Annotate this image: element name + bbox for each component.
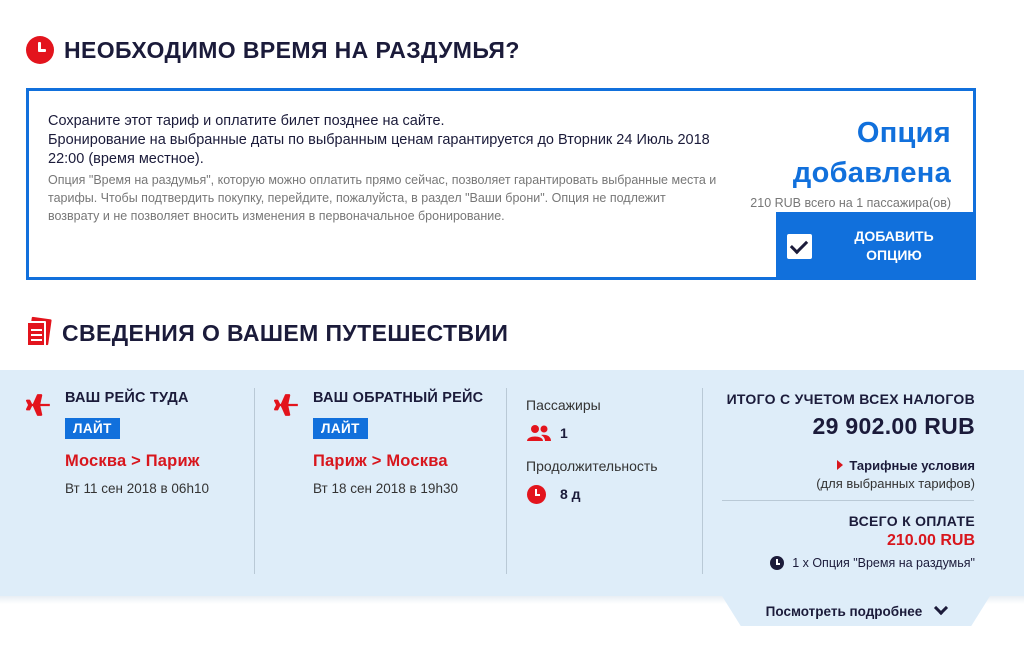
option-description: Опция "Время на раздумья", которую можно…: [48, 173, 717, 223]
trip-section-title: СВЕДЕНИЯ О ВАШЕМ ПУТЕШЕСТВИИ: [62, 319, 509, 346]
divider: [254, 388, 255, 574]
passengers-label: Пассажиры: [526, 397, 601, 413]
return-fare-badge: ЛАЙТ: [313, 418, 368, 439]
pay-label: ВСЕГО К ОПЛАТЕ: [848, 513, 975, 529]
view-details-label: Посмотреть подробнее: [765, 603, 923, 619]
think-section-title: НЕОБХОДИМО ВРЕМЯ НА РАЗДУМЬЯ?: [64, 36, 520, 63]
payment-summary: ВСЕГО К ОПЛАТЕ 210.00 RUB 1 x Опция "Вре…: [770, 513, 975, 570]
add-option-button[interactable]: ДОБАВИТЬ ОПЦИЮ: [776, 212, 976, 280]
fare-conditions-label: Тарифные условия: [849, 458, 975, 473]
clock-icon: [770, 556, 785, 570]
trip-info: Пассажиры 1 Продолжительность 8 д: [526, 370, 696, 576]
outbound-title: ВАШ РЕЙС ТУДА: [65, 390, 189, 406]
fare-conditions-link[interactable]: Тарифные условия: [722, 458, 975, 473]
chevron-down-icon: [934, 600, 949, 616]
option-line-1: Сохраните этот тариф и оплатите билет по…: [48, 113, 445, 129]
return-flight: ВАШ ОБРАТНЫЙ РЕЙС ЛАЙТ Париж > Москва Вт…: [274, 390, 499, 596]
option-status: Опция добавлена 210 RUB всего на 1 пасса…: [750, 113, 951, 210]
outbound-route: Москва > Париж: [65, 452, 200, 470]
clock-icon: [527, 485, 546, 504]
duration-label: Продолжительность: [526, 458, 658, 474]
view-details-button[interactable]: Посмотреть подробнее: [722, 596, 990, 626]
divider: [722, 500, 974, 501]
return-date: Вт 18 сен 2018 в 19h30: [313, 481, 458, 496]
think-option-box: Сохраните этот тариф и оплатите билет по…: [26, 88, 976, 280]
clock-icon: [26, 36, 54, 64]
triangle-right-icon: [837, 460, 844, 470]
divider: [506, 388, 507, 574]
pay-amount: 210.00 RUB: [886, 532, 975, 549]
total-label: ИТОГО С УЧЕТОМ ВСЕХ НАЛОГОВ: [726, 391, 975, 407]
pay-item: 1 x Опция "Время на раздумья": [770, 556, 975, 570]
outbound-fare-badge: ЛАЙТ: [65, 418, 120, 439]
passengers-value: 1: [560, 425, 568, 441]
divider: [702, 388, 703, 574]
option-price-note: 210 RUB всего на 1 пассажира(ов): [750, 196, 951, 210]
total-amount: 29 902.00 RUB: [812, 413, 975, 439]
return-title: ВАШ ОБРАТНЫЙ РЕЙС: [313, 390, 484, 406]
plane-icon: [26, 394, 50, 416]
checkbox-checked-icon[interactable]: [787, 233, 812, 259]
documents-icon: [26, 316, 52, 348]
option-status-line-2: добавлена: [792, 157, 951, 189]
passengers-icon: [527, 425, 551, 441]
trip-section-header: СВЕДЕНИЯ О ВАШЕМ ПУТЕШЕСТВИИ: [26, 316, 509, 348]
outbound-flight: ВАШ РЕЙС ТУДА ЛАЙТ Москва > Париж Вт 11 …: [26, 390, 246, 596]
think-section-header: НЕОБХОДИМО ВРЕМЯ НА РАЗДУМЬЯ?: [26, 36, 520, 64]
fare-conditions-sub: (для выбранных тарифов): [816, 476, 975, 491]
option-line-2: Бронирование на выбранные даты по выбран…: [48, 132, 710, 167]
add-option-label: ДОБАВИТЬ ОПЦИЮ: [854, 228, 934, 263]
duration-value: 8 д: [560, 486, 581, 502]
pay-item-label: 1 x Опция "Время на раздумья": [792, 556, 975, 570]
outbound-date: Вт 11 сен 2018 в 06h10: [65, 481, 209, 496]
trip-summary-panel: ВАШ РЕЙС ТУДА ЛАЙТ Москва > Париж Вт 11 …: [0, 370, 1024, 596]
option-text: Сохраните этот тариф и оплатите билет по…: [48, 112, 718, 225]
plane-icon: [274, 394, 298, 416]
return-route: Париж > Москва: [313, 452, 448, 470]
option-status-line-1: Опция: [856, 117, 951, 149]
